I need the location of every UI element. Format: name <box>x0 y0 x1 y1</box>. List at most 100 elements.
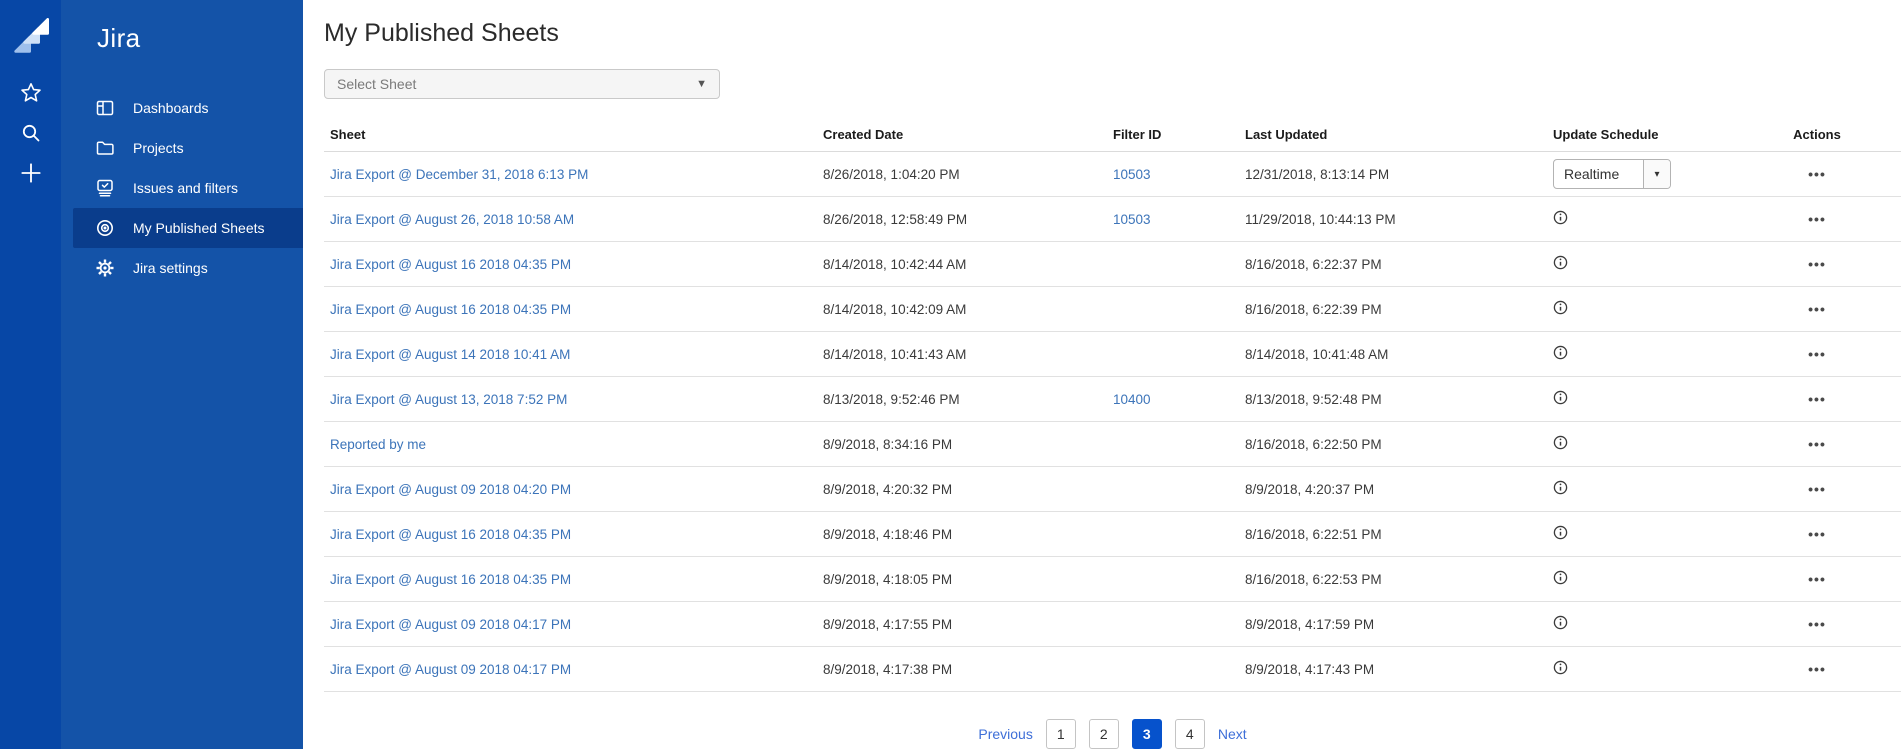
issues-filters-icon <box>95 178 115 198</box>
sheet-link[interactable]: Jira Export @ August 16 2018 04:35 PM <box>330 302 571 317</box>
column-header-created-date: Created Date <box>817 127 1107 152</box>
dashboards-icon <box>95 98 115 118</box>
pagination-previous-link[interactable]: Previous <box>978 726 1032 742</box>
table-row: Jira Export @ August 13, 2018 7:52 PM 8/1… <box>324 377 1901 422</box>
created-date: 8/26/2018, 1:04:20 PM <box>817 152 1107 197</box>
schedule-info-icon[interactable] <box>1553 480 1568 495</box>
table-header-row: Sheet Created Date Filter ID Last Update… <box>324 127 1901 152</box>
sidebar-item-jira-settings[interactable]: Jira settings <box>61 248 303 288</box>
last-updated: 8/14/2018, 10:41:48 AM <box>1239 332 1547 377</box>
last-updated: 8/16/2018, 6:22:39 PM <box>1239 287 1547 332</box>
schedule-info-icon[interactable] <box>1553 525 1568 540</box>
projects-folder-icon <box>95 138 115 158</box>
sidebar-item-my-published-sheets[interactable]: My Published Sheets <box>73 208 303 248</box>
sheet-select[interactable]: Select Sheet ▼ <box>324 69 720 99</box>
sheet-link[interactable]: Jira Export @ December 31, 2018 6:13 PM <box>330 167 588 182</box>
row-actions-button[interactable]: ••• <box>1808 484 1826 494</box>
pagination-page-2[interactable]: 2 <box>1089 719 1119 749</box>
last-updated: 8/16/2018, 6:22:53 PM <box>1239 557 1547 602</box>
filter-id-link[interactable]: 10400 <box>1113 392 1151 407</box>
created-date: 8/9/2018, 4:18:46 PM <box>817 512 1107 557</box>
schedule-info-icon[interactable] <box>1553 300 1568 315</box>
table-row: Reported by me 8/9/2018, 8:34:16 PM 8/16/2… <box>324 422 1901 467</box>
sheet-link[interactable]: Jira Export @ August 26, 2018 10:58 AM <box>330 212 574 227</box>
row-actions-button[interactable]: ••• <box>1808 439 1826 449</box>
schedule-info-icon[interactable] <box>1553 570 1568 585</box>
schedule-info-icon[interactable] <box>1553 435 1568 450</box>
row-actions-button[interactable]: ••• <box>1808 169 1826 179</box>
created-date: 8/14/2018, 10:41:43 AM <box>817 332 1107 377</box>
schedule-info-icon[interactable] <box>1553 615 1568 630</box>
sheet-link[interactable]: Reported by me <box>330 437 426 452</box>
sheet-link[interactable]: Jira Export @ August 14 2018 10:41 AM <box>330 347 570 362</box>
jira-logo-icon[interactable] <box>13 18 49 54</box>
created-date: 8/13/2018, 9:52:46 PM <box>817 377 1107 422</box>
last-updated: 8/13/2018, 9:52:48 PM <box>1239 377 1547 422</box>
pagination-page-4[interactable]: 4 <box>1175 719 1205 749</box>
star-icon[interactable] <box>18 80 44 106</box>
sidebar-nav: Dashboards ProjectsIssues and filters My P… <box>61 88 303 288</box>
sheet-link[interactable]: Jira Export @ August 13, 2018 7:52 PM <box>330 392 567 407</box>
create-plus-icon[interactable] <box>18 160 44 186</box>
search-icon[interactable] <box>18 120 44 146</box>
sidebar-item-label: Dashboards <box>133 100 209 116</box>
created-date: 8/9/2018, 4:17:38 PM <box>817 647 1107 692</box>
sidebar-item-label: My Published Sheets <box>133 220 265 236</box>
row-actions-button[interactable]: ••• <box>1808 304 1826 314</box>
sheet-link[interactable]: Jira Export @ August 09 2018 04:17 PM <box>330 662 571 677</box>
row-actions-button[interactable]: ••• <box>1808 619 1826 629</box>
last-updated: 8/9/2018, 4:17:43 PM <box>1239 647 1547 692</box>
last-updated: 12/31/2018, 8:13:14 PM <box>1239 152 1547 197</box>
column-header-filter-id: Filter ID <box>1107 127 1239 152</box>
table-row: Jira Export @ August 09 2018 04:20 PM 8/9… <box>324 467 1901 512</box>
created-date: 8/9/2018, 8:34:16 PM <box>817 422 1107 467</box>
row-actions-button[interactable]: ••• <box>1808 349 1826 359</box>
pagination: Previous 1234 Next <box>324 719 1901 749</box>
sidebar-item-issues-and-filters[interactable]: Issues and filters <box>61 168 303 208</box>
column-header-last-updated: Last Updated <box>1239 127 1547 152</box>
sidebar-item-projects[interactable]: Projects <box>61 128 303 168</box>
table-row: Jira Export @ August 16 2018 04:35 PM 8/1… <box>324 287 1901 332</box>
row-actions-button[interactable]: ••• <box>1808 664 1826 674</box>
sheet-link[interactable]: Jira Export @ August 16 2018 04:35 PM <box>330 527 571 542</box>
sidebar-item-dashboards[interactable]: Dashboards <box>61 88 303 128</box>
row-actions-button[interactable]: ••• <box>1808 394 1826 404</box>
schedule-info-icon[interactable] <box>1553 390 1568 405</box>
pagination-page-1[interactable]: 1 <box>1046 719 1076 749</box>
app-navigation-strip <box>0 0 61 749</box>
sidebar-brand: Jira <box>61 22 303 54</box>
last-updated: 8/16/2018, 6:22:37 PM <box>1239 242 1547 287</box>
schedule-info-icon[interactable] <box>1553 660 1568 675</box>
last-updated: 8/9/2018, 4:17:59 PM <box>1239 602 1547 647</box>
column-header-update-schedule: Update Schedule <box>1547 127 1787 152</box>
sheet-link[interactable]: Jira Export @ August 09 2018 04:17 PM <box>330 617 571 632</box>
schedule-info-icon[interactable] <box>1553 255 1568 270</box>
schedule-info-icon[interactable] <box>1553 210 1568 225</box>
created-date: 8/9/2018, 4:18:05 PM <box>817 557 1107 602</box>
sheet-link[interactable]: Jira Export @ August 09 2018 04:20 PM <box>330 482 571 497</box>
row-actions-button[interactable]: ••• <box>1808 214 1826 224</box>
sheet-link[interactable]: Jira Export @ August 16 2018 04:35 PM <box>330 572 571 587</box>
gear-icon <box>95 258 115 278</box>
last-updated: 8/16/2018, 6:22:51 PM <box>1239 512 1547 557</box>
row-actions-button[interactable]: ••• <box>1808 574 1826 584</box>
schedule-info-icon[interactable] <box>1553 345 1568 360</box>
page-title: My Published Sheets <box>324 18 1901 48</box>
chevron-down-icon: ▾ <box>1643 160 1670 188</box>
row-actions-button[interactable]: ••• <box>1808 259 1826 269</box>
pagination-next-link[interactable]: Next <box>1218 726 1247 742</box>
filter-id-link[interactable]: 10503 <box>1113 212 1151 227</box>
last-updated: 8/9/2018, 4:20:37 PM <box>1239 467 1547 512</box>
created-date: 8/9/2018, 4:20:32 PM <box>817 467 1107 512</box>
column-header-sheet: Sheet <box>324 127 817 152</box>
last-updated: 8/16/2018, 6:22:50 PM <box>1239 422 1547 467</box>
row-actions-button[interactable]: ••• <box>1808 529 1826 539</box>
last-updated: 11/29/2018, 10:44:13 PM <box>1239 197 1547 242</box>
table-row: Jira Export @ August 09 2018 04:17 PM 8/9… <box>324 602 1901 647</box>
update-schedule-select[interactable]: Realtime▾ <box>1553 159 1671 189</box>
sheet-link[interactable]: Jira Export @ August 16 2018 04:35 PM <box>330 257 571 272</box>
pagination-page-3[interactable]: 3 <box>1132 719 1162 749</box>
created-date: 8/26/2018, 12:58:49 PM <box>817 197 1107 242</box>
filter-id-link[interactable]: 10503 <box>1113 167 1151 182</box>
main-content: My Published Sheets Select Sheet ▼ Sheet… <box>303 0 1901 749</box>
